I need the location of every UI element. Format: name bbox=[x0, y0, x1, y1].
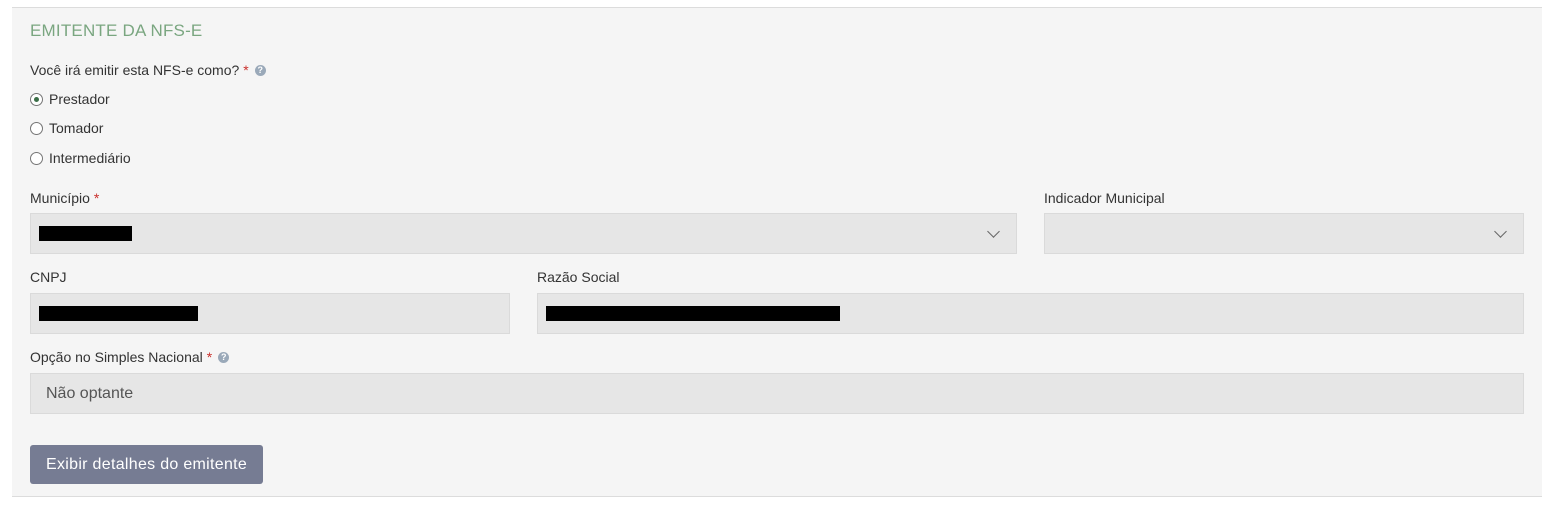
radio-option-prestador[interactable]: Prestador bbox=[30, 91, 110, 107]
chevron-down-icon bbox=[987, 225, 1000, 238]
municipio-label: Município * bbox=[30, 190, 99, 206]
section-title: EMITENTE DA NFS-E bbox=[30, 21, 203, 40]
emission-role-question: Você irá emitir esta NFS-e como? bbox=[30, 62, 240, 78]
chevron-down-icon bbox=[1494, 225, 1507, 238]
radio-button-checked[interactable] bbox=[30, 92, 43, 106]
emitente-panel: EMITENTE DA NFS-E Você irá emitir esta N… bbox=[12, 7, 1542, 497]
help-icon[interactable]: ? bbox=[254, 64, 266, 76]
radio-label: Intermediário bbox=[49, 150, 131, 166]
radio-button[interactable] bbox=[30, 151, 43, 165]
razao-social-label: Razão Social bbox=[537, 269, 620, 285]
municipio-select[interactable] bbox=[30, 213, 1017, 254]
municipio-label-text: Município bbox=[30, 190, 90, 206]
required-mark: * bbox=[206, 349, 213, 365]
indicador-municipal-label: Indicador Municipal bbox=[1044, 190, 1165, 206]
radio-label: Prestador bbox=[49, 91, 110, 107]
simples-nacional-label: Opção no Simples Nacional *? bbox=[30, 349, 230, 365]
required-mark: * bbox=[93, 190, 100, 206]
radio-option-intermediario[interactable]: Intermediário bbox=[30, 150, 131, 166]
razao-social-field[interactable] bbox=[537, 293, 1524, 334]
radio-label: Tomador bbox=[49, 120, 104, 136]
required-mark: * bbox=[243, 62, 249, 78]
redacted-value bbox=[546, 306, 840, 321]
emission-role-label: Você irá emitir esta NFS-e como? *? bbox=[30, 62, 266, 78]
indicador-municipal-select[interactable] bbox=[1044, 213, 1524, 254]
radio-button[interactable] bbox=[30, 121, 43, 135]
simples-nacional-label-text: Opção no Simples Nacional bbox=[30, 349, 203, 365]
show-issuer-details-button[interactable]: Exibir detalhes do emitente bbox=[30, 445, 264, 484]
simples-nacional-field[interactable]: Não optante bbox=[30, 373, 1524, 414]
help-icon[interactable]: ? bbox=[218, 351, 230, 363]
redacted-value bbox=[39, 226, 132, 241]
cnpj-field[interactable] bbox=[30, 293, 510, 334]
cnpj-label: CNPJ bbox=[30, 269, 67, 285]
simples-nacional-value: Não optante bbox=[46, 385, 134, 402]
radio-option-tomador[interactable]: Tomador bbox=[30, 120, 103, 136]
redacted-value bbox=[39, 306, 198, 321]
